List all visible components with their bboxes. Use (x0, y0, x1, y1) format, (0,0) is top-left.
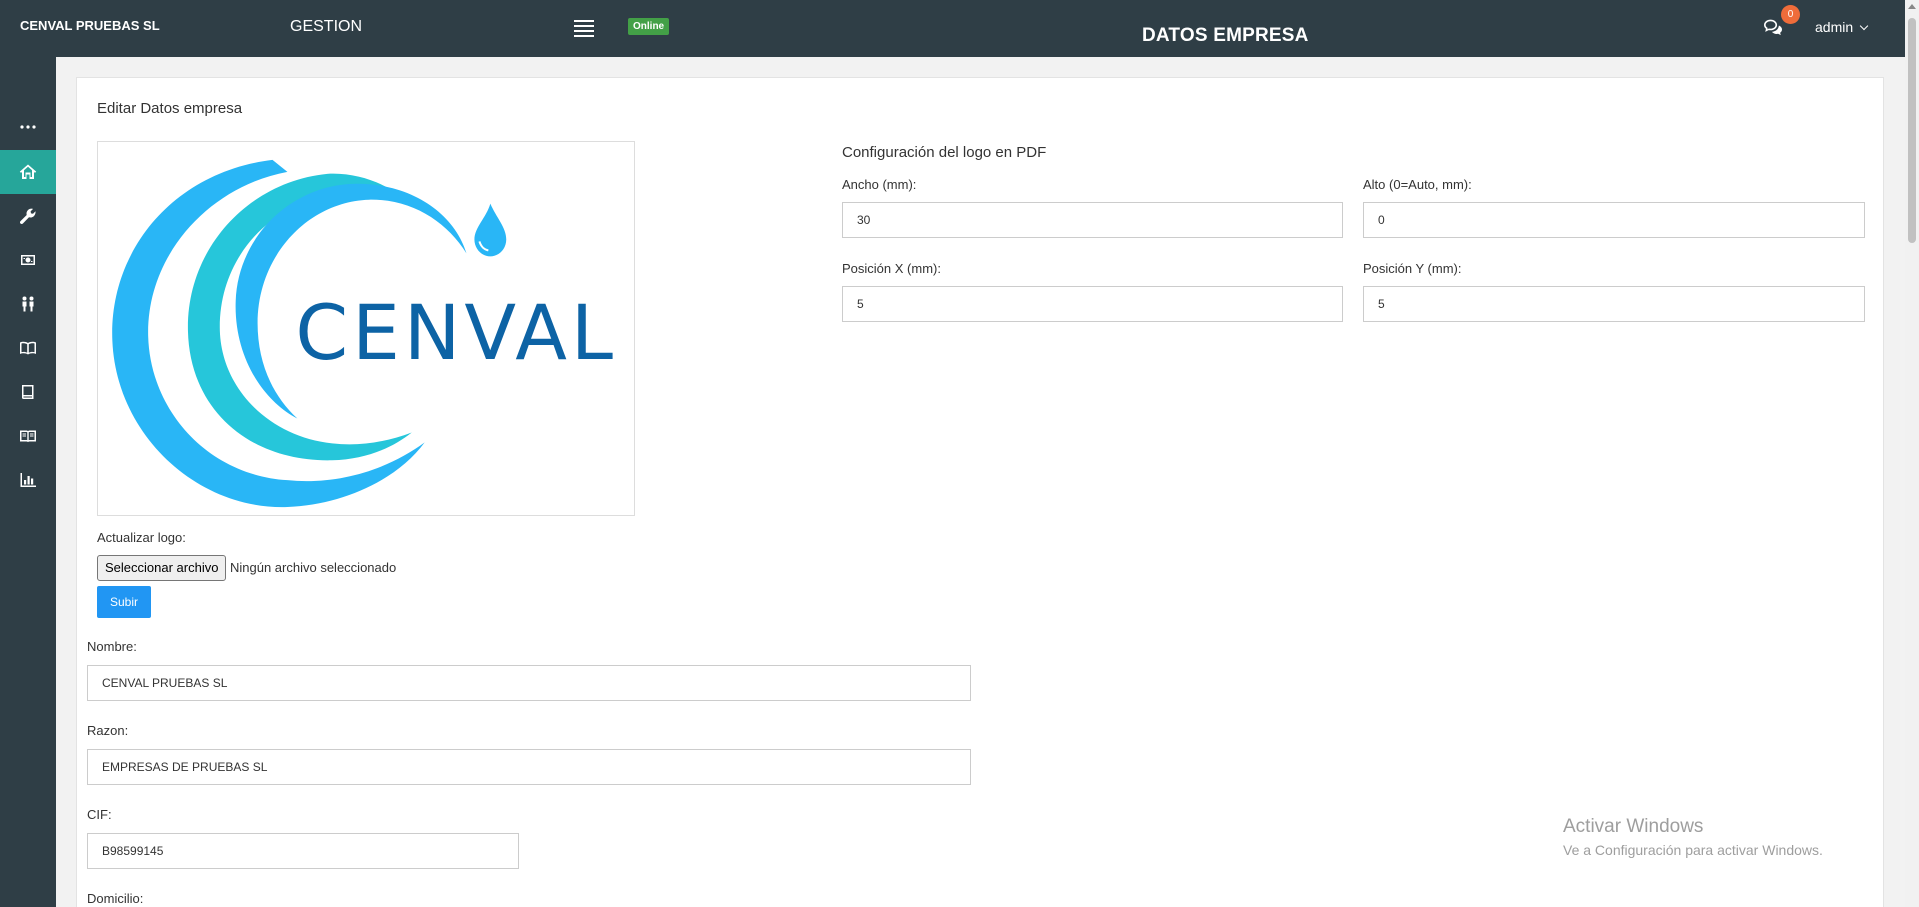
height-label: Alto (0=Auto, mm): (1363, 177, 1472, 192)
sidebar-item-tools[interactable] (0, 194, 56, 238)
page-scrollbar[interactable] (1905, 0, 1919, 907)
chevron-down-icon (1859, 21, 1869, 31)
company-brand: CENVAL PRUEBAS SL (20, 18, 160, 33)
home-icon (19, 164, 37, 179)
pos-y-label: Posición Y (mm): (1363, 261, 1462, 276)
bar-chart-icon (20, 473, 36, 487)
top-bar: CENVAL PRUEBAS SL GESTION Online DATOS E… (0, 0, 1919, 57)
user-name: admin (1815, 19, 1854, 35)
choose-file-button[interactable]: Seleccionar archivo (97, 555, 227, 581)
sidebar (0, 57, 56, 907)
scroll-up-icon[interactable] (1908, 4, 1916, 9)
wrench-icon (19, 208, 36, 225)
cif-label: CIF: (87, 807, 112, 822)
book-icon (22, 385, 34, 399)
company-name-input[interactable]: CENVAL PRUEBAS SL (87, 665, 971, 701)
company-cif-input[interactable]: B98599145 (87, 833, 519, 869)
sidebar-item-billing[interactable] (0, 238, 56, 282)
user-menu[interactable]: admin (1815, 19, 1869, 35)
money-icon (21, 255, 35, 265)
status-badge: Online (628, 18, 670, 35)
book-open-icon (20, 341, 36, 355)
reader-icon (20, 430, 36, 443)
sidebar-item-catalog[interactable] (0, 326, 56, 370)
upload-button[interactable]: Subir (97, 586, 151, 618)
logo-text: CENVAL (295, 289, 617, 377)
notification-count-badge: 0 (1781, 5, 1800, 24)
chat-icon[interactable] (1763, 18, 1785, 38)
menu-toggle-icon[interactable] (574, 20, 594, 37)
pdf-logo-config-title: Configuración del logo en PDF (842, 144, 1047, 161)
sidebar-item-reader[interactable] (0, 414, 56, 458)
name-label: Nombre: (87, 639, 137, 654)
file-status-text: Ningún archivo seleccionado (230, 560, 397, 575)
sidebar-item-home[interactable] (0, 150, 56, 194)
activation-watermark-text: Ve a Configuración para activar Windows. (1563, 842, 1823, 858)
sidebar-item-more[interactable] (0, 105, 56, 149)
width-label: Ancho (mm): (842, 177, 917, 192)
page-title: DATOS EMPRESA (1142, 25, 1309, 46)
sidebar-item-reports[interactable] (0, 458, 56, 502)
address-label: Domicilio: (87, 891, 144, 906)
sidebar-item-users[interactable] (0, 282, 56, 326)
company-logo: CENVAL (97, 141, 635, 516)
logo-pos-y-input[interactable]: 5 (1363, 286, 1865, 322)
module-name[interactable]: GESTION (290, 18, 362, 36)
scroll-thumb[interactable] (1908, 18, 1916, 243)
pos-x-label: Posición X (mm): (842, 261, 941, 276)
card-title: Editar Datos empresa (97, 100, 243, 117)
company-data-card: Editar Datos empresa CENVAL Actualizar l… (76, 77, 1884, 907)
sidebar-item-documents[interactable] (0, 370, 56, 414)
reason-label: Razon: (87, 723, 129, 738)
company-reason-input[interactable]: EMPRESAS DE PRUEBAS SL (87, 749, 971, 785)
logo-height-input[interactable]: 0 (1363, 202, 1865, 238)
users-icon (22, 296, 34, 312)
update-logo-label: Actualizar logo: (97, 530, 186, 545)
logo-pos-x-input[interactable]: 5 (842, 286, 1343, 322)
more-icon (20, 125, 36, 129)
activation-watermark-title: Activar Windows (1563, 816, 1704, 837)
logo-width-input[interactable]: 30 (842, 202, 1343, 238)
